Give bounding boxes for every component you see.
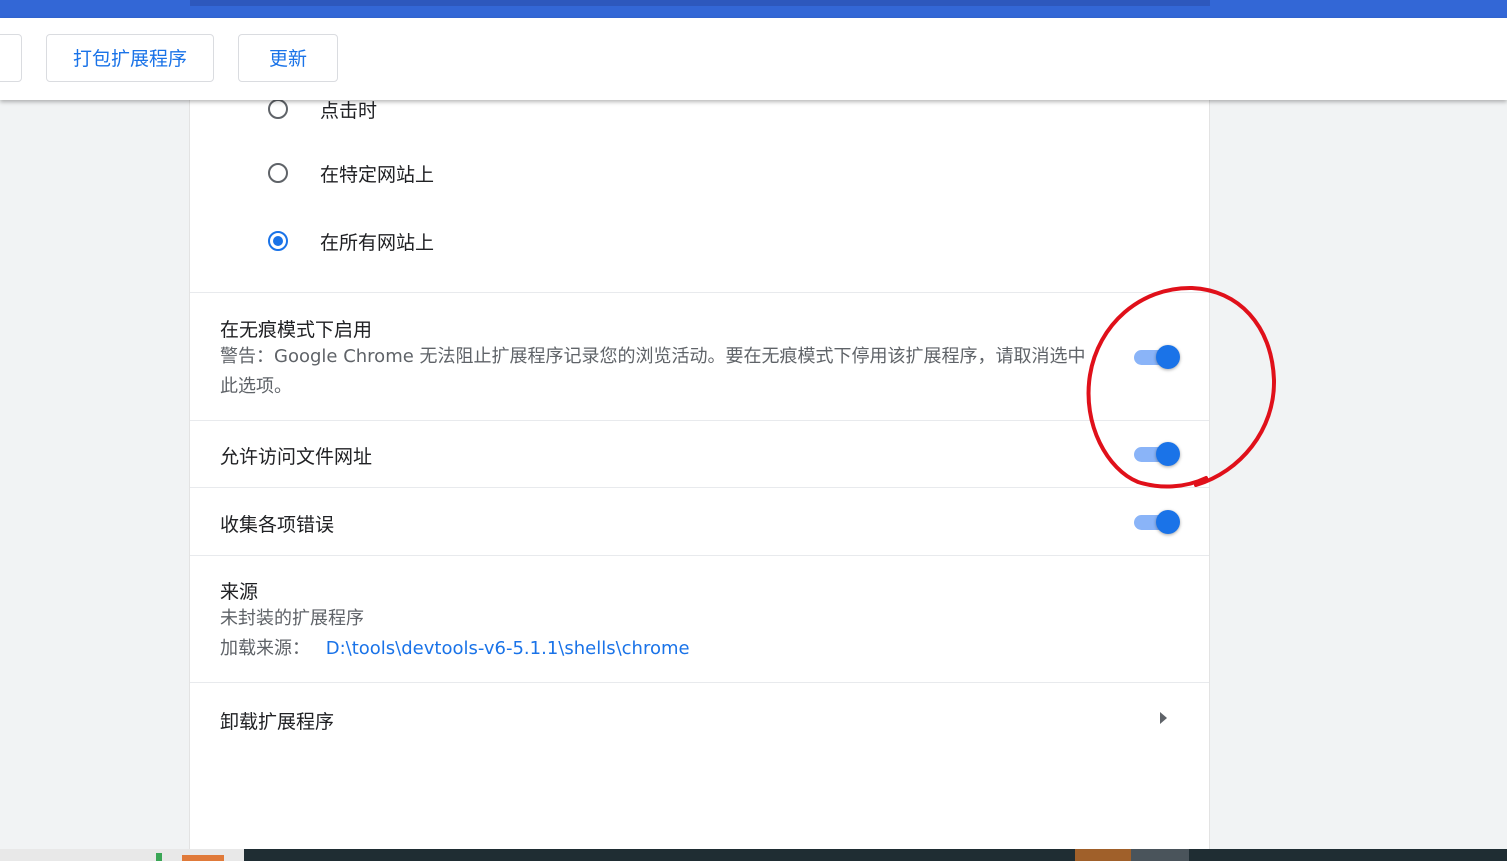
taskbar-app-button[interactable] [1131, 849, 1189, 861]
os-taskbar [0, 849, 1507, 861]
file-urls-title: 允许访问文件网址 [220, 446, 373, 468]
update-button[interactable]: 更新 [238, 34, 338, 82]
divider [190, 487, 1209, 488]
toggle-knob [1156, 345, 1180, 369]
source-load-row: 加载来源： D:\tools\devtools-v6-5.1.1\shells\… [220, 634, 690, 664]
incognito-toggle[interactable] [1134, 345, 1182, 369]
radio-button-specific-sites[interactable] [268, 163, 288, 183]
toggle-knob [1156, 510, 1180, 534]
extension-details-card: 点击时 在特定网站上 在所有网站上 在无痕模式下启用 警告：Google Chr… [189, 99, 1210, 861]
toggle-knob [1156, 442, 1180, 466]
arrow-right-icon[interactable] [1160, 712, 1167, 724]
browser-top-bar [0, 0, 1507, 18]
source-title: 来源 [220, 581, 259, 603]
divider [190, 682, 1209, 683]
source-load-label: 加载来源： [220, 638, 310, 659]
extensions-toolbar: 打包扩展程序 更新 [0, 18, 1507, 100]
collect-errors-title: 收集各项错误 [220, 514, 335, 536]
browser-top-bar-inner [190, 0, 1210, 6]
incognito-warning: 警告：Google Chrome 无法阻止扩展程序记录您的浏览活动。要在无痕模式… [220, 346, 1086, 397]
radio-button-all-sites[interactable] [268, 231, 288, 251]
source-load-path-link[interactable]: D:\tools\devtools-v6-5.1.1\shells\chrome [326, 638, 690, 659]
radio-button-on-click[interactable] [268, 99, 288, 119]
radio-option-specific-sites[interactable]: 在特定网站上 [268, 158, 434, 188]
remove-extension-label[interactable]: 卸载扩展程序 [220, 707, 334, 734]
collect-errors-toggle[interactable] [1134, 510, 1182, 534]
divider [190, 292, 1209, 293]
app-icon[interactable] [156, 853, 162, 861]
pack-extension-button[interactable]: 打包扩展程序 [46, 34, 214, 82]
radio-option-all-sites[interactable]: 在所有网站上 [268, 226, 434, 256]
file-urls-toggle[interactable] [1134, 442, 1182, 466]
divider [190, 420, 1209, 421]
incognito-title: 在无痕模式下启用 [220, 319, 373, 341]
load-unpacked-button[interactable] [0, 34, 22, 82]
radio-label-specific-sites: 在特定网站上 [320, 163, 435, 186]
source-type: 未封装的扩展程序 [220, 608, 364, 629]
app-icon[interactable] [182, 855, 224, 861]
taskbar-app-button[interactable] [1075, 849, 1131, 861]
divider [190, 555, 1209, 556]
radio-label-all-sites: 在所有网站上 [320, 231, 435, 254]
